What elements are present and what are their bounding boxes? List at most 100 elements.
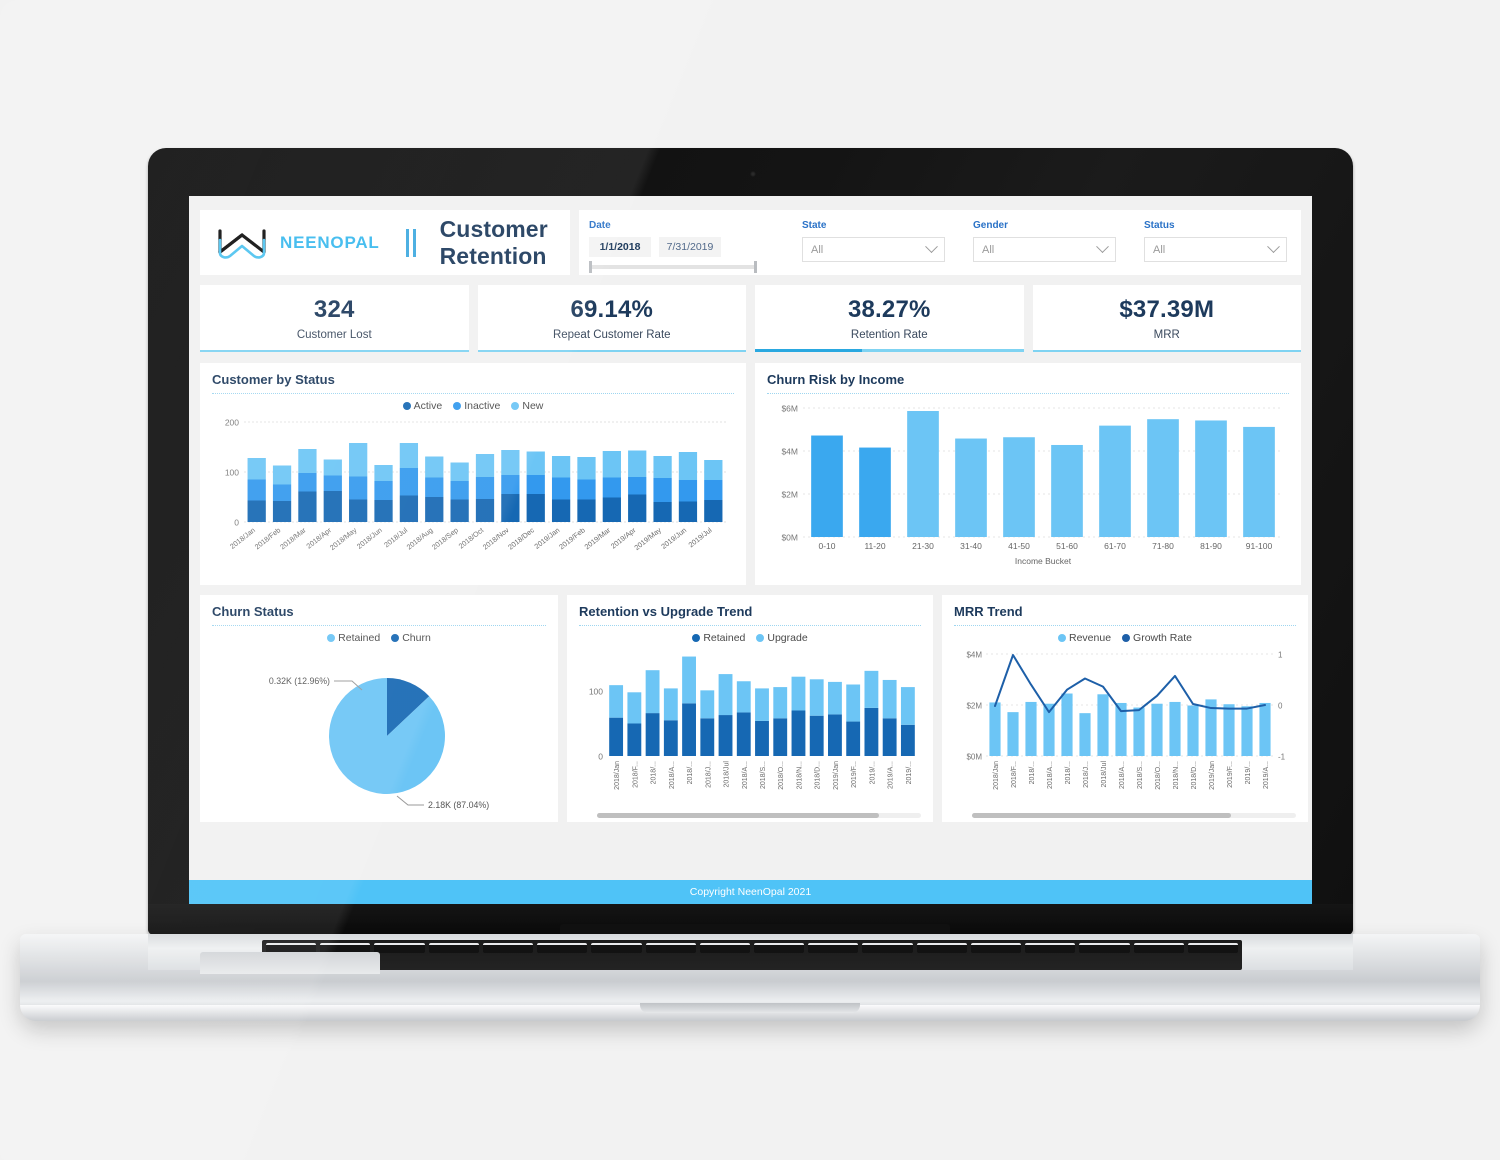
filter-date: Date 1/1/2018 7/31/2019 (589, 220, 774, 273)
svg-text:91-100: 91-100 (1246, 541, 1273, 551)
filter-state: State All (802, 220, 945, 262)
svg-text:200: 200 (225, 418, 239, 428)
card-retention-upgrade: Retention vs Upgrade Trend Retained Upgr… (567, 595, 933, 822)
filter-bar: Date 1/1/2018 7/31/2019 State All Gender… (579, 210, 1301, 275)
chart-mrr-trend[interactable]: $0M -1 $2M 0 $4M 1 2018/Jan 2018/F... 2018/... 20… (954, 648, 1296, 808)
card-churn-risk: Churn Risk by Income $0M $2M $4M $6M 0-10 11-… (755, 363, 1301, 585)
svg-text:2.18K (87.04%): 2.18K (87.04%) (428, 800, 489, 810)
svg-text:2019/Jan: 2019/Jan (833, 761, 840, 790)
legend-item[interactable]: New (511, 400, 543, 412)
legend-item[interactable]: Churn (391, 632, 431, 644)
date-end-input[interactable]: 7/31/2019 (659, 237, 721, 257)
svg-text:2018/F...: 2018/F... (1011, 761, 1018, 788)
legend-swatch-icon (756, 634, 765, 642)
svg-text:2019/F...: 2019/F... (851, 761, 858, 788)
svg-text:2018/J...: 2018/J... (705, 761, 712, 788)
legend-item[interactable]: Retained (327, 632, 380, 644)
card-customer-by-status: Customer by Status Active Inactive New 0… (200, 363, 746, 585)
chart-customer-by-status[interactable]: 01002002018/Jan2018/Feb2018/Mar2018/Apr2… (212, 416, 732, 568)
legend-swatch-icon (692, 634, 701, 642)
svg-text:2018/...: 2018/... (651, 761, 658, 784)
legend-retention-upgrade: Retained Upgrade (579, 632, 921, 644)
svg-text:2018/D...: 2018/D... (815, 761, 822, 789)
svg-text:2019/Mar: 2019/Mar (583, 525, 613, 551)
card-mrr-trend: MRR Trend Revenue Growth Rate $0M -1 $2M 0 $… (942, 595, 1308, 822)
date-range-slider[interactable] (589, 261, 757, 273)
legend-item[interactable]: Upgrade (756, 632, 808, 644)
svg-text:2019/...: 2019/... (906, 761, 913, 784)
legend-item[interactable]: Active (402, 400, 443, 412)
legend-item[interactable]: Revenue (1058, 632, 1111, 644)
card-title: Churn Status (212, 604, 294, 619)
legend-item[interactable]: Growth Rate (1122, 632, 1192, 644)
kpi-underline (200, 350, 469, 352)
chart-churn-risk-by-income[interactable]: $0M $2M $4M $6M 0-10 11-20 21-30 31-40 41-50 51-6… (767, 400, 1289, 575)
kpi-card-retention-rate[interactable]: 38.27% Retention Rate (755, 285, 1024, 352)
filter-status: Status All (1144, 220, 1287, 262)
charts-row-top: Customer by Status Active Inactive New 0… (200, 363, 1301, 585)
svg-text:-1: -1 (1278, 753, 1286, 762)
chart-churn-status-pie[interactable]: 0.32K (12.96%) 2.18K (87.04%) (212, 648, 546, 813)
svg-text:0: 0 (1278, 702, 1283, 711)
webcam-icon (750, 171, 756, 177)
kpi-card-customer-lost[interactable]: 324 Customer Lost (200, 285, 469, 352)
svg-text:2019/Jul: 2019/Jul (687, 525, 714, 549)
svg-text:51-60: 51-60 (1056, 541, 1078, 551)
svg-text:2018/...: 2018/... (687, 761, 694, 784)
footer-bar: Copyright NeenOpal 2021 (189, 880, 1312, 904)
legend-label: Active (413, 400, 443, 412)
kpi-value: 324 (313, 296, 355, 323)
chevron-down-icon (925, 240, 938, 254)
svg-text:2018/Jul: 2018/Jul (1101, 761, 1108, 788)
chart-retention-vs-upgrade[interactable]: 0 100 2018/Jan 2018/F... 2018/... 2018/A... 20… (579, 648, 921, 808)
kpi-card-repeat-customer-rate[interactable]: 69.14% Repeat Customer Rate (477, 285, 746, 352)
svg-text:100: 100 (225, 468, 239, 478)
status-dropdown[interactable]: All (1144, 237, 1287, 262)
card-title: Churn Risk by Income (767, 372, 905, 387)
legend-label: Churn (402, 632, 431, 644)
brand-bar: NEENOPAL Customer Retention (200, 210, 570, 275)
legend-item[interactable]: Inactive (453, 400, 500, 412)
svg-text:2018/...: 2018/... (1065, 761, 1072, 784)
svg-text:2018/A...: 2018/A... (1119, 761, 1126, 789)
filter-gender-label: Gender (973, 220, 1009, 231)
svg-text:2018/A...: 2018/A... (1047, 761, 1054, 789)
svg-text:0.32K (12.96%): 0.32K (12.96%) (269, 676, 330, 686)
laptop-mockup: NEENOPAL Customer Retention Date 1/1/201… (0, 0, 1500, 1160)
svg-text:2019/Feb: 2019/Feb (557, 525, 586, 551)
legend-swatch-icon (327, 634, 336, 642)
svg-text:81-90: 81-90 (1200, 541, 1222, 551)
svg-text:61-70: 61-70 (1104, 541, 1126, 551)
legend-customer-by-status: Active Inactive New (212, 400, 734, 412)
svg-text:2018/O...: 2018/O... (1155, 761, 1162, 790)
svg-text:21-30: 21-30 (912, 541, 934, 551)
laptop-screen: NEENOPAL Customer Retention Date 1/1/201… (189, 196, 1312, 904)
base-notch (640, 1003, 860, 1013)
title-divider (767, 393, 1289, 394)
legend-swatch-icon (1058, 634, 1066, 642)
title-divider (212, 393, 734, 394)
svg-text:2018/Oct: 2018/Oct (457, 525, 486, 550)
card-title: Retention vs Upgrade Trend (579, 604, 753, 619)
kpi-underline-active (755, 349, 1024, 352)
horizontal-scrollbar[interactable] (597, 813, 921, 818)
brand-name: NEENOPAL (280, 232, 380, 252)
gender-dropdown[interactable]: All (973, 237, 1116, 262)
svg-text:2019/...: 2019/... (1245, 761, 1252, 784)
brand-divider (405, 228, 416, 257)
date-start-input[interactable]: 1/1/2018 (589, 237, 651, 257)
kpi-card-mrr[interactable]: $37.39M MRR (1032, 285, 1301, 352)
legend-label: Upgrade (767, 632, 808, 644)
svg-text:$2M: $2M (781, 490, 798, 500)
legend-item[interactable]: Retained (692, 632, 745, 644)
horizontal-scrollbar[interactable] (972, 813, 1296, 818)
svg-text:2019/Jun: 2019/Jun (659, 525, 688, 550)
keyboard (262, 940, 1242, 970)
svg-text:41-50: 41-50 (1008, 541, 1030, 551)
kpi-value: $37.39M (1119, 296, 1215, 323)
svg-text:2018/May: 2018/May (328, 525, 359, 552)
legend-label: Retained (338, 632, 381, 644)
state-dropdown[interactable]: All (802, 237, 945, 262)
svg-text:1: 1 (1278, 651, 1283, 660)
svg-text:2018/Aug: 2018/Aug (405, 525, 435, 551)
